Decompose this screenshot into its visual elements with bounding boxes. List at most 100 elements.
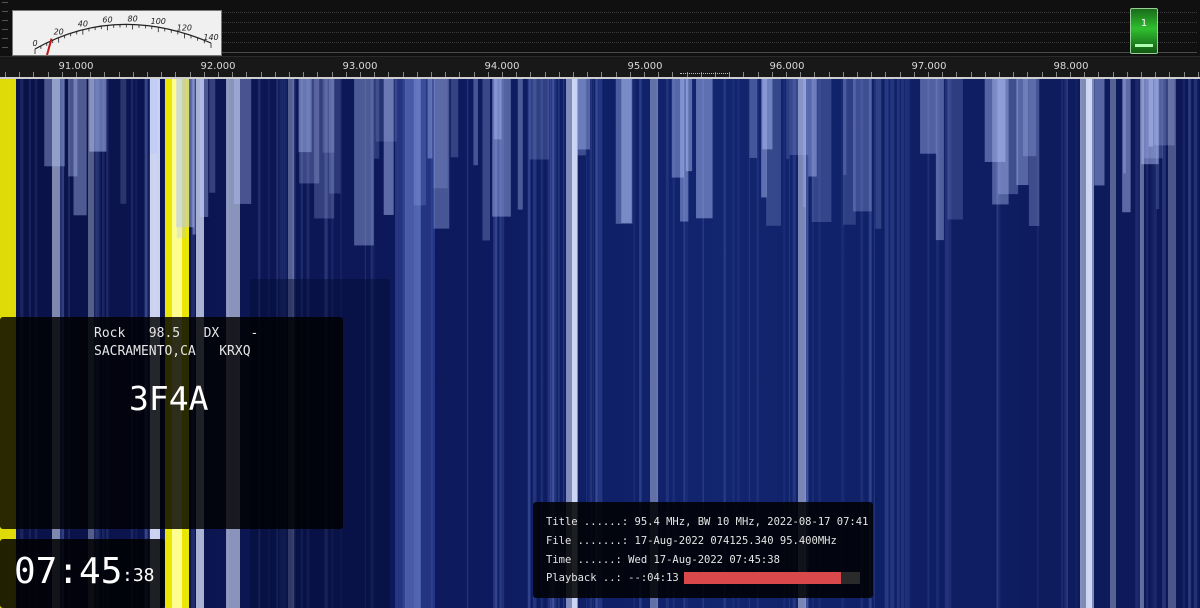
freq-label-98: 98.000 [1053,61,1089,72]
waterfall-streak [1162,79,1166,608]
waterfall-burst [997,79,1019,195]
axis-tick [175,72,177,77]
freq-label-92: 92.000 [200,61,236,72]
axis-tick [260,72,262,77]
meter-scale-label: 120 [177,23,192,32]
rds-programme-text: Rock 98.5 DX - [94,326,259,341]
axis-tick [743,72,745,77]
waterfall-burst [577,79,591,150]
axis-tick [104,72,106,77]
axis-tick [161,72,163,77]
axis-tick [999,72,1000,77]
axis-tick [274,72,276,77]
axis-tick [502,72,503,77]
axis-tick [828,72,830,77]
axis-tick [189,72,191,77]
waterfall-burst [1153,79,1175,146]
meter-scale-label: 140 [203,33,218,42]
waterfall-streak [896,79,900,608]
axis-tick [289,72,290,77]
waterfall-burst [761,79,767,198]
axis-tick [132,72,134,77]
axis-tick [544,72,546,77]
waterfall-burst [209,79,216,193]
meter-scale-label: 20 [54,28,64,37]
axis-tick [573,72,574,77]
meter-scale-label: 80 [128,15,138,24]
axis-tick [928,72,929,77]
axis-tick [1027,72,1029,77]
axis-tick [757,72,759,77]
freq-label-94: 94.000 [484,61,520,72]
axis-tick [1197,72,1199,77]
rds-panel: Rock 98.5 DX - SACRAMENTO,CA KRXQ 3F4A [0,317,343,529]
axis-tick [871,72,873,77]
waterfall-burst [1148,79,1154,147]
axis-tick [1126,72,1128,77]
info-time-row: Time ......: Wed 17-Aug-2022 07:45:38 [546,554,780,566]
waterfall-burst [482,79,490,241]
waterfall-burst [120,79,127,204]
axis-tick [587,72,589,77]
waterfall-streak [1110,79,1116,608]
waterfall-burst [176,79,186,239]
waterfall-burst [450,79,459,158]
axis-tick [1183,72,1185,77]
axis-tick [246,72,248,77]
axis-tick [147,72,148,77]
waterfall-streak [873,79,876,608]
agc-indicator[interactable]: 1 [1130,8,1158,54]
waterfall-burst [853,79,872,212]
axis-tick [644,72,645,77]
rds-pi-code: 3F4A [129,379,209,418]
axis-tick [487,72,489,77]
axis-tick [218,72,219,77]
freq-label-93: 93.000 [342,61,378,72]
info-playback-row: Playback ..: --:04:13 [546,572,679,584]
axis-tick [1055,72,1057,77]
waterfall-burst [1122,79,1127,174]
axis-tick [61,72,63,77]
waterfall-burst [322,79,335,153]
waterfall-burst [786,79,790,160]
axis-tick [1155,72,1157,77]
axis-tick [1141,72,1142,77]
axis-tick [942,72,944,77]
axis-tick [5,72,6,77]
waterfall-burst [935,79,944,241]
waterfall-burst [920,79,937,154]
axis-tick [970,72,972,77]
axis-tick [459,72,461,77]
waterfall-streak [1188,79,1192,608]
waterfall-burst [1016,79,1029,186]
axis-tick [374,72,376,77]
info-file-row: File .......: 17-Aug-2022 074125.340 95.… [546,535,837,547]
waterfall-burst [843,79,856,225]
axis-tick [19,72,21,77]
axis-tick [1169,72,1171,77]
clock: 07:45 :38 [0,539,165,608]
axis-tick [47,72,49,77]
waterfall-burst [766,79,781,226]
axis-tick [1041,72,1043,77]
waterfall-streak [1065,79,1069,608]
axis-tick [629,72,631,77]
waterfall-burst [696,79,713,219]
axis-tick [360,72,361,77]
playback-progress-bar[interactable] [684,572,860,584]
axis-tick [33,72,35,77]
meter-scale-label: 60 [102,15,112,24]
frequency-axis[interactable]: 91.000 92.000 93.000 94.000 95.000 96.00… [0,57,1200,79]
axis-tick [885,72,887,77]
axis-drag-handle[interactable] [680,73,730,77]
waterfall-burst [493,79,502,140]
axis-tick [203,72,205,77]
waterfall-streak [904,79,909,608]
axis-tick [1070,72,1071,77]
axis-tick [913,72,915,77]
waterfall-burst [749,79,758,158]
freq-label-95: 95.000 [627,61,663,72]
freq-label-91: 91.000 [58,61,94,72]
axis-tick [516,72,518,77]
axis-tick [345,72,347,77]
